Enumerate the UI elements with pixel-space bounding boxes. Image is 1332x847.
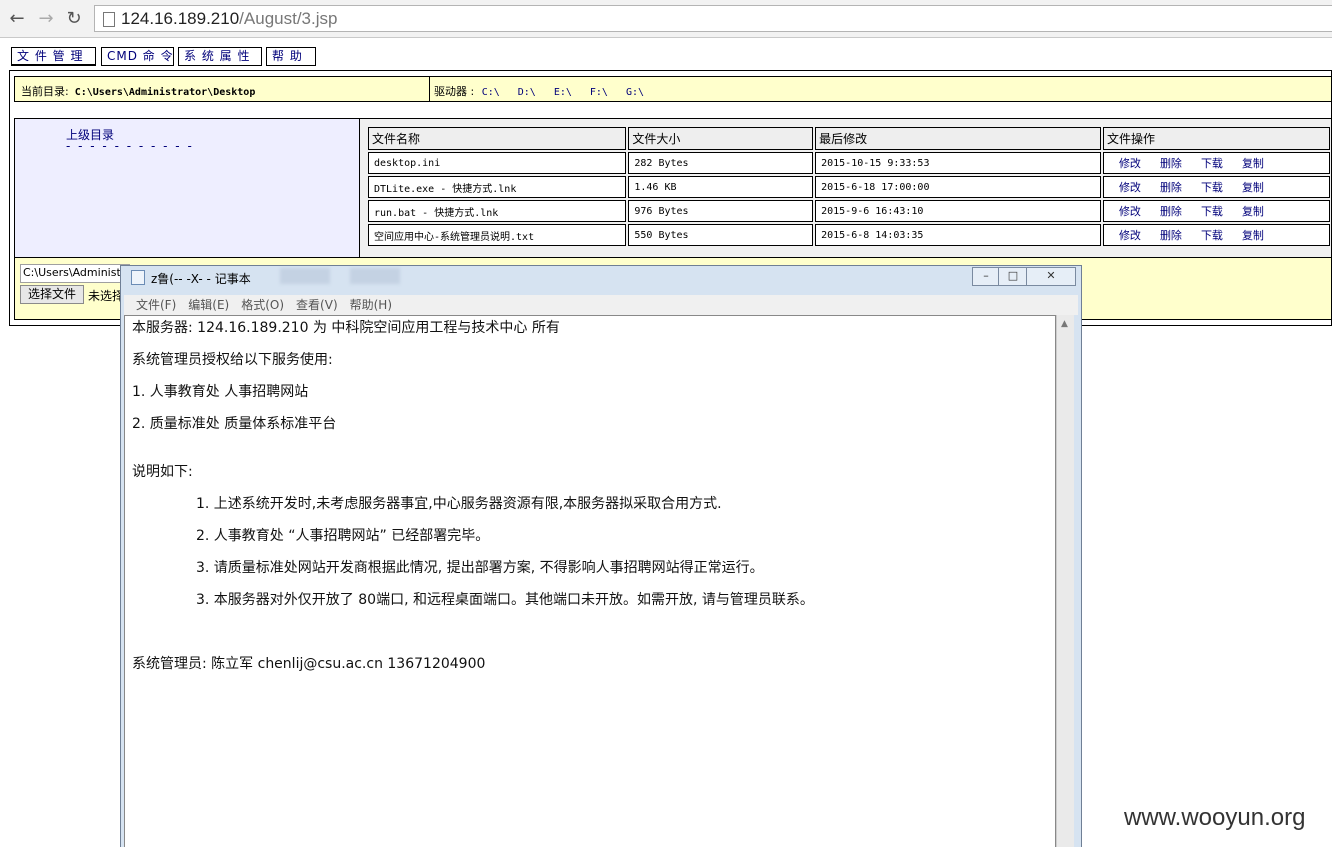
address-bar[interactable]: 124.16.189.210/August/3.jsp bbox=[94, 5, 1332, 32]
file-modified: 2015-9-6 16:43:10 bbox=[815, 200, 1101, 222]
minimize-icon[interactable]: – bbox=[972, 267, 1000, 286]
notepad-title: z鲁(-- -X- - 记事本 bbox=[131, 270, 251, 287]
col-header-ops: 文件操作 bbox=[1102, 127, 1330, 150]
drive-link[interactable]: D:\ bbox=[518, 87, 536, 98]
copy-link[interactable]: 复制 bbox=[1242, 205, 1264, 218]
notepad-menubar: 文件(F) 编辑(E) 格式(O) 查看(V) 帮助(H) bbox=[124, 295, 1078, 315]
delete-link[interactable]: 删除 bbox=[1160, 229, 1182, 242]
page-icon bbox=[103, 12, 115, 27]
file-size: 282 Bytes bbox=[628, 152, 814, 174]
notepad-line: 系统管理员: 陈立军 chenlij@csu.ac.cn 13671204900 bbox=[132, 656, 486, 672]
menu-format[interactable]: 格式(O) bbox=[241, 298, 284, 312]
col-header-name: 文件名称 bbox=[368, 127, 627, 150]
tree-dashes: - - - - - - - - - - - bbox=[66, 139, 194, 153]
no-file-label: 未选择 bbox=[88, 289, 125, 303]
copy-link[interactable]: 复制 bbox=[1242, 181, 1264, 194]
file-ops: 修改 删除 下载 复制 bbox=[1102, 200, 1330, 222]
file-size: 1.46 KB bbox=[628, 176, 814, 198]
menu-edit[interactable]: 编辑(E) bbox=[188, 298, 229, 312]
notepad-title-text: z鲁(-- -X- - 记事本 bbox=[151, 272, 251, 286]
drives-bar: 驱动器 : C:\ D:\ E:\ F:\ G:\ bbox=[430, 76, 1332, 102]
drive-link[interactable]: G:\ bbox=[626, 87, 644, 98]
delete-link[interactable]: 删除 bbox=[1160, 181, 1182, 194]
file-table: 文件名称 文件大小 最后修改 文件操作 desktop.ini 282 Byte… bbox=[366, 125, 1332, 248]
notepad-line: 1. 人事教育处 人事招聘网站 bbox=[132, 384, 309, 400]
address-url: 124.16.189.210/August/3.jsp bbox=[121, 9, 337, 29]
drives-label: 驱动器 : bbox=[434, 85, 475, 98]
copy-link[interactable]: 复制 bbox=[1242, 157, 1264, 170]
tab-system-properties[interactable]: 系 统 属 性 bbox=[178, 47, 262, 66]
current-dir-label: 当前目录: bbox=[21, 85, 69, 98]
file-name: DTLite.exe - 快捷方式.lnk bbox=[368, 176, 627, 198]
download-link[interactable]: 下载 bbox=[1201, 157, 1223, 170]
choose-file-button[interactable]: 选择文件 bbox=[20, 285, 84, 304]
file-ops: 修改 删除 下载 复制 bbox=[1102, 224, 1330, 246]
copy-link[interactable]: 复制 bbox=[1242, 229, 1264, 242]
current-dir-bar: 当前目录: C:\Users\Administrator\Desktop bbox=[14, 76, 430, 102]
download-link[interactable]: 下载 bbox=[1201, 205, 1223, 218]
download-link[interactable]: 下载 bbox=[1201, 181, 1223, 194]
notepad-scrollbar[interactable]: ▲ bbox=[1056, 315, 1074, 847]
file-size: 550 Bytes bbox=[628, 224, 814, 246]
file-modified: 2015-10-15 9:33:53 bbox=[815, 152, 1101, 174]
notepad-line: 1. 上述系统开发时,未考虑服务器事宜,中心服务器资源有限,本服务器拟采取合用方… bbox=[196, 496, 722, 512]
table-row: 空间应用中心-系统管理员说明.txt 550 Bytes 2015-6-8 14… bbox=[368, 224, 1330, 246]
tab-help[interactable]: 帮 助 bbox=[266, 47, 316, 66]
scroll-up-icon[interactable]: ▲ bbox=[1061, 319, 1068, 329]
notepad-line: 3. 请质量标准处网站开发商根据此情况, 提出部署方案, 不得影响人事招聘网站得… bbox=[196, 560, 764, 576]
file-modified: 2015-6-8 14:03:35 bbox=[815, 224, 1101, 246]
file-name: 空间应用中心-系统管理员说明.txt bbox=[368, 224, 627, 246]
download-link[interactable]: 下载 bbox=[1201, 229, 1223, 242]
file-size: 976 Bytes bbox=[628, 200, 814, 222]
notepad-line: 2. 质量标准处 质量体系标准平台 bbox=[132, 416, 337, 432]
maximize-icon[interactable]: □ bbox=[998, 267, 1028, 286]
upload-path-input[interactable]: C:\Users\Administ bbox=[20, 264, 130, 283]
table-row: DTLite.exe - 快捷方式.lnk 1.46 KB 2015-6-18 … bbox=[368, 176, 1330, 198]
forward-arrow-icon[interactable]: → bbox=[35, 8, 57, 30]
col-header-modified: 最后修改 bbox=[815, 127, 1101, 150]
menu-help[interactable]: 帮助(H) bbox=[350, 298, 392, 312]
drive-link[interactable]: C:\ bbox=[482, 87, 500, 98]
blurred-tab bbox=[280, 268, 330, 284]
current-dir-value: C:\Users\Administrator\Desktop bbox=[74, 87, 256, 98]
col-header-size: 文件大小 bbox=[628, 127, 814, 150]
url-path: /August/3.jsp bbox=[239, 9, 338, 28]
menu-file[interactable]: 文件(F) bbox=[136, 298, 176, 312]
notepad-icon bbox=[131, 270, 145, 285]
tab-file-manager[interactable]: 文 件 管 理 bbox=[11, 47, 96, 66]
url-host: 124.16.189.210 bbox=[121, 9, 240, 28]
menu-view[interactable]: 查看(V) bbox=[296, 298, 338, 312]
delete-link[interactable]: 删除 bbox=[1160, 157, 1182, 170]
notepad-line: 2. 人事教育处 “人事招聘网站” 已经部署完毕。 bbox=[196, 528, 490, 544]
tab-cmd[interactable]: CMD 命 令 bbox=[101, 47, 174, 66]
file-name: desktop.ini bbox=[368, 152, 627, 174]
table-row: run.bat - 快捷方式.lnk 976 Bytes 2015-9-6 16… bbox=[368, 200, 1330, 222]
table-row: desktop.ini 282 Bytes 2015-10-15 9:33:53… bbox=[368, 152, 1330, 174]
file-modified: 2015-6-18 17:00:00 bbox=[815, 176, 1101, 198]
edit-link[interactable]: 修改 bbox=[1119, 229, 1141, 242]
notepad-line: 说明如下: bbox=[132, 464, 193, 480]
back-arrow-icon[interactable]: ← bbox=[6, 8, 28, 30]
table-header-row: 文件名称 文件大小 最后修改 文件操作 bbox=[368, 127, 1330, 150]
drive-link[interactable]: F:\ bbox=[590, 87, 608, 98]
reload-icon[interactable]: ↻ bbox=[63, 8, 85, 30]
close-icon[interactable]: ✕ bbox=[1026, 267, 1076, 286]
watermark: www.wooyun.org bbox=[1124, 804, 1306, 831]
file-ops: 修改 删除 下载 复制 bbox=[1102, 176, 1330, 198]
edit-link[interactable]: 修改 bbox=[1119, 205, 1141, 218]
edit-link[interactable]: 修改 bbox=[1119, 157, 1141, 170]
edit-link[interactable]: 修改 bbox=[1119, 181, 1141, 194]
drive-link[interactable]: E:\ bbox=[554, 87, 572, 98]
file-name: run.bat - 快捷方式.lnk bbox=[368, 200, 627, 222]
notepad-line: 系统管理员授权给以下服务使用: bbox=[132, 352, 333, 368]
notepad-line: 3. 本服务器对外仅开放了 80端口, 和远程桌面端口。其他端口未开放。如需开放… bbox=[196, 592, 814, 608]
file-ops: 修改 删除 下载 复制 bbox=[1102, 152, 1330, 174]
blurred-tab bbox=[350, 268, 400, 284]
delete-link[interactable]: 删除 bbox=[1160, 205, 1182, 218]
notepad-line: 本服务器: 124.16.189.210 为 中科院空间应用工程与技术中心 所有 bbox=[132, 320, 560, 336]
